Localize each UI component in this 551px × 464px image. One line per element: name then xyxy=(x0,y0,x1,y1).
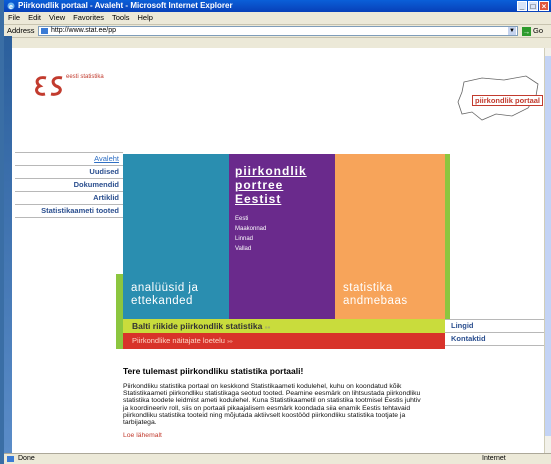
database-tile[interactable]: statistika andmebaas xyxy=(335,154,445,319)
nav-statistikaameti-tooted[interactable]: Statistikaameti tooted xyxy=(15,205,123,218)
welcome-section: Tere tulemast piirkondliku statistika po… xyxy=(123,366,423,439)
menu-view[interactable]: View xyxy=(49,12,65,24)
green-accent-left xyxy=(116,274,123,349)
go-arrow-icon: → xyxy=(522,26,531,36)
address-input[interactable]: http://www.stat.ee/pp ▼ xyxy=(38,26,518,36)
minimize-button[interactable]: _ xyxy=(517,1,527,11)
portrait-line-1: piirkondlik xyxy=(235,164,307,178)
indicators-text: Piirkondlike näitajate loetelu xyxy=(132,336,225,345)
green-accent-right xyxy=(445,154,450,319)
logo-text: eesti statistika xyxy=(66,74,104,80)
secondary-nav: Lingid Kontaktid xyxy=(445,319,544,346)
es-logo[interactable] xyxy=(30,72,66,108)
nav-avaleht[interactable]: Avaleht xyxy=(15,152,123,166)
baltic-stats-label: Balti riikide piirkondlik statistika »» xyxy=(132,321,270,331)
analysis-tile-label: analüüsid ja ettekanded xyxy=(131,282,199,307)
ie-icon: e xyxy=(7,2,15,11)
portal-logo-text: piirkondlik portaal xyxy=(472,95,544,106)
nav-kontaktid[interactable]: Kontaktid xyxy=(445,333,544,346)
portrait-title[interactable]: piirkondlik portree Eestist xyxy=(235,164,307,206)
menu-edit[interactable]: Edit xyxy=(28,12,41,24)
more-arrows-icon: »» xyxy=(264,325,271,331)
link-maakonnad[interactable]: Maakonnad xyxy=(235,224,266,234)
maximize-button[interactable]: □ xyxy=(528,1,538,11)
page-content: eesti statistika piirkondlik portaal Ava… xyxy=(12,48,544,453)
welcome-body: Piirkondliku statistika portaal on keskk… xyxy=(123,383,421,427)
main-nav: Avaleht Uudised Dokumendid Artiklid Stat… xyxy=(15,152,123,218)
read-more-link[interactable]: Loe lähemalt xyxy=(123,432,423,439)
window-title: Piirkondlik portaal - Avaleht - Microsof… xyxy=(18,1,233,10)
page-icon xyxy=(41,28,48,34)
indicators-bar[interactable]: Piirkondlike näitajate loetelu »» xyxy=(123,333,445,349)
welcome-title: Tere tulemast piirkondliku statistika po… xyxy=(123,366,304,376)
address-label: Address xyxy=(7,26,35,35)
chevron-down-icon[interactable]: ▼ xyxy=(508,27,516,35)
vertical-scrollbar[interactable] xyxy=(544,48,551,453)
link-vallad[interactable]: Vallad xyxy=(235,244,266,254)
address-url: http://www.stat.ee/pp xyxy=(51,27,116,34)
database-tile-label: statistika andmebaas xyxy=(343,282,408,307)
nav-lingid[interactable]: Lingid xyxy=(445,319,544,333)
portrait-tile[interactable]: piirkondlik portree Eestist Eesti Maakon… xyxy=(229,154,335,319)
go-button[interactable]: → Go xyxy=(522,25,550,37)
title-bar: e Piirkondlik portaal - Avaleht - Micros… xyxy=(4,0,551,12)
portrait-line-3: Eestist xyxy=(235,192,282,206)
svg-text:e: e xyxy=(9,4,13,10)
portal-logo[interactable]: piirkondlik portaal xyxy=(452,74,544,124)
nav-uudised[interactable]: Uudised xyxy=(15,166,123,179)
link-eesti[interactable]: Eesti xyxy=(235,214,266,224)
portrait-links: Eesti Maakonnad Linnad Vallad xyxy=(235,214,266,254)
menu-help[interactable]: Help xyxy=(138,12,153,24)
menu-tools[interactable]: Tools xyxy=(112,12,130,24)
baltic-stats-bar[interactable]: Balti riikide piirkondlik statistika »» xyxy=(123,319,445,333)
page-status-icon xyxy=(7,456,14,462)
baltic-stats-text: Balti riikide piirkondlik statistika xyxy=(132,321,263,331)
nav-dokumendid[interactable]: Dokumendid xyxy=(15,179,123,192)
browser-window: e Piirkondlik portaal - Avaleht - Micros… xyxy=(4,0,551,464)
analysis-tile[interactable]: analüüsid ja ettekanded xyxy=(123,154,229,319)
more-arrows-icon: »» xyxy=(227,339,233,345)
nav-artiklid[interactable]: Artiklid xyxy=(15,192,123,205)
portrait-line-2: portree xyxy=(235,178,284,192)
menu-bar: File Edit View Favorites Tools Help xyxy=(4,12,551,24)
desktop-edge xyxy=(4,36,12,453)
status-bar: Done Internet xyxy=(4,453,551,464)
go-label: Go xyxy=(533,26,544,35)
scrollbar-thumb[interactable] xyxy=(545,56,551,436)
close-button[interactable]: × xyxy=(539,1,549,11)
menu-file[interactable]: File xyxy=(8,12,20,24)
link-linnad[interactable]: Linnad xyxy=(235,234,266,244)
address-bar: Address http://www.stat.ee/pp ▼ → Go xyxy=(4,24,551,38)
indicators-label: Piirkondlike näitajate loetelu »» xyxy=(132,336,233,345)
menu-favorites[interactable]: Favorites xyxy=(73,12,104,24)
